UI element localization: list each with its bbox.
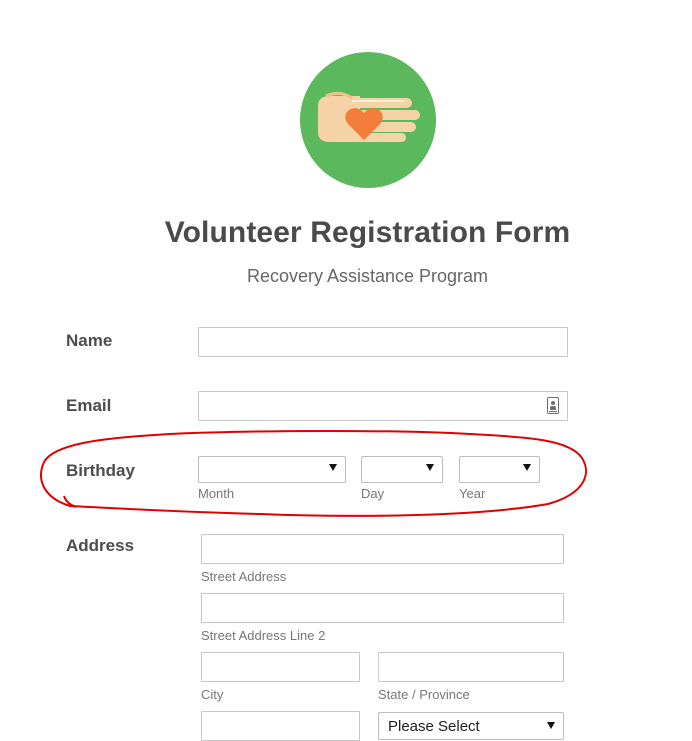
email-input[interactable] — [198, 391, 568, 421]
logo — [300, 52, 436, 188]
birthday-day-select[interactable] — [361, 456, 443, 483]
state-province-sublabel: State / Province — [378, 687, 470, 702]
street-address-sublabel: Street Address — [201, 569, 287, 584]
birthday-label: Birthday — [66, 461, 135, 480]
name-input[interactable] — [198, 327, 568, 357]
chevron-down-icon — [329, 464, 337, 471]
chevron-down-icon — [547, 722, 555, 729]
address-label: Address — [66, 536, 135, 555]
state-province-input[interactable] — [378, 652, 564, 682]
birthday-month-select[interactable] — [198, 456, 346, 483]
country-select-value: Please Select — [388, 718, 480, 735]
postal-code-input[interactable] — [201, 711, 360, 741]
street-address-input[interactable] — [201, 534, 564, 564]
birthday-day-sublabel: Day — [361, 486, 385, 501]
birthday-month-sublabel: Month — [198, 486, 235, 501]
city-input[interactable] — [201, 652, 360, 682]
chevron-down-icon — [523, 464, 531, 471]
chevron-down-icon — [426, 464, 434, 471]
street-address-line2-input[interactable] — [201, 593, 564, 623]
form-title: Volunteer Registration Form — [164, 216, 571, 249]
contact-card-icon — [547, 397, 559, 414]
form-subtitle: Recovery Assistance Program — [246, 266, 489, 286]
name-label: Name — [66, 331, 113, 350]
birthday-year-sublabel: Year — [459, 486, 486, 501]
email-label: Email — [66, 396, 112, 415]
city-sublabel: City — [201, 687, 224, 702]
birthday-year-select[interactable] — [459, 456, 540, 483]
street-address-line2-sublabel: Street Address Line 2 — [201, 628, 326, 643]
helping-hand-heart-icon — [300, 52, 436, 188]
